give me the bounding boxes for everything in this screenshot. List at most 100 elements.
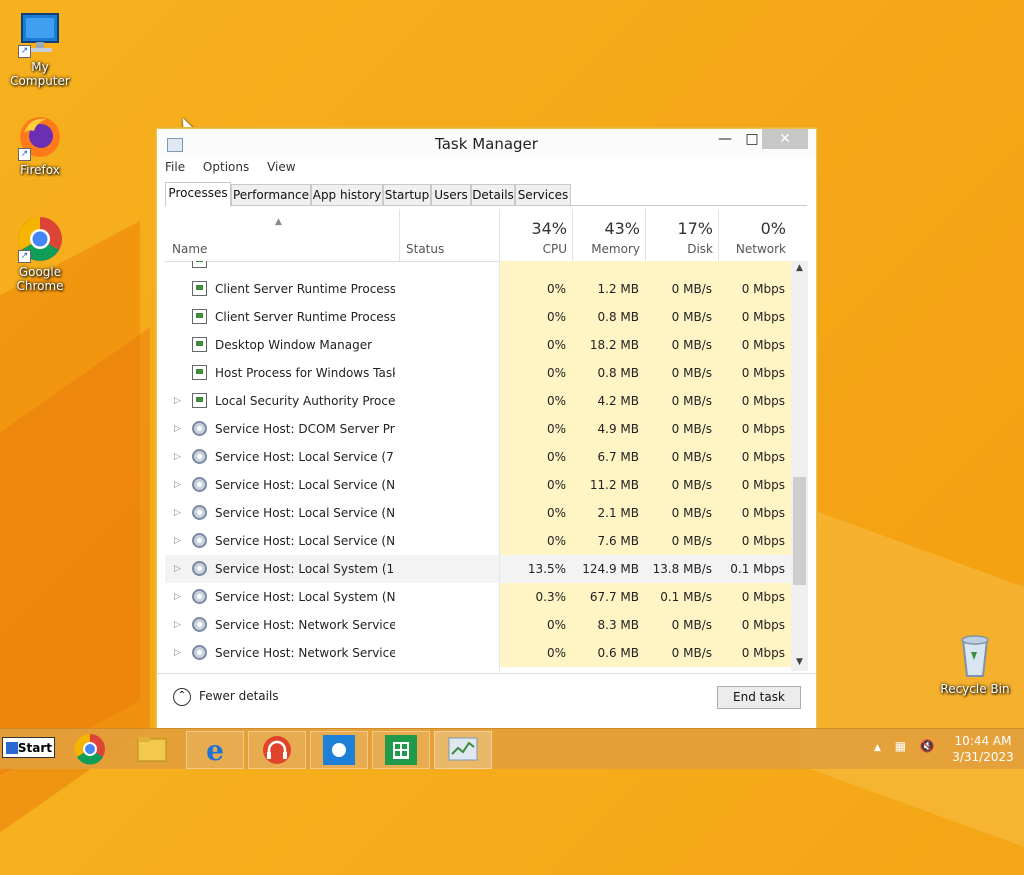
start-button[interactable]: Start xyxy=(2,737,55,758)
expand-arrow-icon[interactable]: ▷ xyxy=(174,611,184,639)
expand-arrow-icon[interactable]: ▷ xyxy=(174,443,184,471)
menu-file[interactable]: File xyxy=(165,160,185,174)
table-row[interactable]: ▷ Service Host: Network Service (... 0%0.6… xyxy=(165,639,791,667)
cpu-value: 0% xyxy=(499,443,572,471)
memory-value: 7.6 MB xyxy=(572,527,645,555)
expand-arrow-icon[interactable]: ▷ xyxy=(174,387,184,415)
tab-details[interactable]: Details xyxy=(471,184,515,206)
desktop-icon-my-computer[interactable]: ↗ My Computer xyxy=(0,10,80,88)
gear-icon xyxy=(192,477,207,492)
column-cpu-header[interactable]: 34% CPU xyxy=(499,209,573,261)
taskbar-internet-explorer[interactable]: e xyxy=(186,731,244,769)
disk-total-percent: 17% xyxy=(677,219,713,238)
disk-value: 1.4 MB/s xyxy=(645,261,718,275)
cpu-value: 13.5% xyxy=(527,562,566,576)
sun-icon xyxy=(323,735,355,765)
cpu-value: 0.3% xyxy=(499,583,572,611)
expand-arrow-icon[interactable]: ▷ xyxy=(174,261,184,275)
show-hidden-icons-icon[interactable]: ▲ xyxy=(874,743,881,753)
disk-value: 0 MB/s xyxy=(645,611,718,639)
table-row[interactable]: ▷ Service Host: Local Service (No ... 0%7.… xyxy=(165,527,791,555)
taskbar-music-app[interactable] xyxy=(248,731,306,769)
process-name: Host Process for Windows Tasks xyxy=(215,366,395,380)
desktop-icon-google-chrome[interactable]: ↗ Google Chrome xyxy=(0,215,80,293)
tab-performance[interactable]: Performance xyxy=(231,184,311,206)
taskbar-file-explorer[interactable] xyxy=(124,731,180,767)
memory-value: 0.8 MB xyxy=(572,359,645,387)
table-row[interactable]: Client Server Runtime Process 0% 0.8 MB 0 M… xyxy=(165,303,791,331)
gear-icon xyxy=(192,645,207,660)
tab-services[interactable]: Services xyxy=(515,184,571,206)
clock[interactable]: 10:44 AM 3/31/2023 xyxy=(948,733,1018,765)
process-name: Service Host: Local Service (No ... xyxy=(215,534,395,548)
disk-value: 0 MB/s xyxy=(645,387,718,415)
cpu-value: 0% xyxy=(499,471,572,499)
scrollbar-thumb[interactable] xyxy=(793,477,806,585)
vertical-scrollbar[interactable]: ▲ ▼ xyxy=(791,261,808,671)
tab-startup[interactable]: Startup xyxy=(383,184,431,206)
chevron-up-icon[interactable]: ⌃ xyxy=(173,688,191,706)
store-icon xyxy=(385,735,417,765)
tab-users[interactable]: Users xyxy=(431,184,471,206)
volume-muted-icon[interactable]: 🔇 xyxy=(920,739,935,753)
taskbar-chrome[interactable] xyxy=(62,731,118,767)
clock-date: 3/31/2023 xyxy=(952,750,1014,764)
title-bar[interactable]: Task Manager — □ ✕ xyxy=(157,129,816,159)
table-row[interactable]: Client Server Runtime Process 0% 1.2 MB 0 M… xyxy=(165,275,791,303)
table-row[interactable]: Host Process for Windows Tasks 0% 0.8 MB 0 … xyxy=(165,359,791,387)
minimize-button[interactable]: — xyxy=(710,129,740,149)
table-row[interactable]: ▷ Service Host: Local Service (7) 0% 6.7 MB… xyxy=(165,443,791,471)
memory-value: 4.2 MB xyxy=(572,387,645,415)
network-value: 0 Mbps xyxy=(718,261,791,275)
process-name: Service Host: Local Service (7) xyxy=(215,450,395,464)
column-memory-header[interactable]: 43% Memory xyxy=(572,209,646,261)
expand-arrow-icon[interactable]: ▷ xyxy=(174,583,184,611)
memory-total-percent: 43% xyxy=(604,219,640,238)
taskbar-store[interactable] xyxy=(372,731,430,769)
window-icon xyxy=(192,309,207,324)
network-icon[interactable]: ▦ xyxy=(895,739,906,753)
menu-view[interactable]: View xyxy=(267,160,295,174)
expand-arrow-icon[interactable]: ▷ xyxy=(174,555,184,583)
table-row[interactable]: ▷ Antimalware Service Executable 7.9%75.6 … xyxy=(165,261,791,275)
table-row[interactable]: ▷ Service Host: Local Service (Net... 0%11… xyxy=(165,471,791,499)
column-disk-header[interactable]: 17% Disk xyxy=(645,209,719,261)
chrome-icon xyxy=(74,733,105,765)
table-row[interactable]: ▷ Local Security Authority Process... 0%4.… xyxy=(165,387,791,415)
table-row[interactable]: ▷ Service Host: Local Service (No I... 0%2… xyxy=(165,499,791,527)
tab-app-history[interactable]: App history xyxy=(311,184,383,206)
expand-arrow-icon[interactable]: ▷ xyxy=(174,639,184,667)
start-logo-icon xyxy=(6,742,18,754)
table-row[interactable]: ▷ Service Host: Local System (17) 13.5% 124… xyxy=(165,555,791,583)
expand-arrow-icon[interactable]: ▷ xyxy=(174,471,184,499)
close-button[interactable]: ✕ xyxy=(762,129,808,149)
table-row[interactable]: Desktop Window Manager 0% 18.2 MB 0 MB/s 0 M… xyxy=(165,331,791,359)
tab-processes[interactable]: Processes xyxy=(165,182,231,207)
menu-options[interactable]: Options xyxy=(203,160,249,174)
scroll-up-icon[interactable]: ▲ xyxy=(791,263,808,273)
expand-arrow-icon[interactable]: ▷ xyxy=(174,415,184,443)
end-task-button[interactable]: End task xyxy=(717,686,801,709)
column-name-header[interactable]: Name xyxy=(165,209,399,261)
taskbar-task-manager[interactable] xyxy=(434,731,492,769)
svg-text:e: e xyxy=(206,734,224,767)
table-row[interactable]: ▷ Service Host: Local System (Net... 0.3%6… xyxy=(165,583,791,611)
process-name: Client Server Runtime Process xyxy=(215,282,395,296)
taskbar-weather-app[interactable] xyxy=(310,731,368,769)
column-network-header[interactable]: 0% Network xyxy=(718,209,792,261)
network-value: 0 Mbps xyxy=(718,331,791,359)
cpu-total-percent: 34% xyxy=(531,219,567,238)
table-row[interactable]: ▷ Service Host: Network Service (5) 0%8.3 … xyxy=(165,611,791,639)
fewer-details-link[interactable]: Fewer details xyxy=(199,689,279,703)
shortcut-arrow-icon: ↗ xyxy=(18,45,31,58)
memory-value: 4.9 MB xyxy=(572,415,645,443)
table-row[interactable]: ▷ Service Host: DCOM Server Proc... 0%4.9 … xyxy=(165,415,791,443)
desktop-icon-firefox[interactable]: ↗ Firefox xyxy=(0,113,80,177)
footer-bar: ⌃ Fewer details End task xyxy=(157,673,816,729)
column-status-header[interactable]: Status xyxy=(399,209,500,261)
desktop-icon-recycle-bin[interactable]: Recycle Bin xyxy=(935,630,1015,696)
expand-arrow-icon[interactable]: ▷ xyxy=(174,499,184,527)
column-network-label: Network xyxy=(735,242,786,256)
scroll-down-icon[interactable]: ▼ xyxy=(791,657,808,667)
expand-arrow-icon[interactable]: ▷ xyxy=(174,527,184,555)
